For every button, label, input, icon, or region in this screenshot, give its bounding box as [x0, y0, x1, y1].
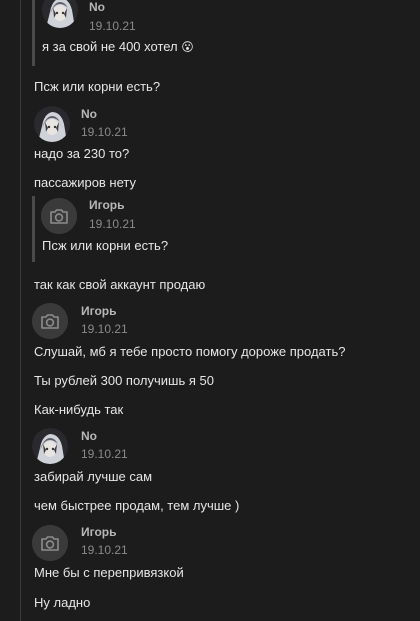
message-text: пассажиров нету — [34, 175, 137, 190]
message-text: Мне бы с перепривязкой — [34, 565, 184, 580]
message-author[interactable]: Игорь — [81, 525, 117, 539]
user-avatar[interactable] — [32, 303, 68, 339]
quote-date: 19.10.21 — [89, 19, 136, 33]
camera-icon — [32, 303, 68, 339]
message-date: 19.10.21 — [81, 543, 128, 557]
message-text: надо за 230 то? — [34, 146, 130, 161]
message-date: 19.10.21 — [81, 125, 128, 139]
message-date: 19.10.21 — [81, 447, 128, 461]
message-date: 19.10.21 — [81, 322, 128, 336]
quote-author[interactable]: Игорь — [89, 198, 125, 212]
user-avatar[interactable] — [41, 198, 77, 234]
message-text: чем быстрее продам, тем лучше ) — [34, 498, 240, 513]
quote-bar — [32, 196, 35, 262]
anime-avatar-icon — [42, 0, 78, 28]
quote-bar — [32, 0, 35, 66]
message-text: Слушай, мб я тебе просто помогу дороже п… — [34, 344, 346, 359]
message-text: Ты рублей 300 получишь я 50 — [34, 373, 214, 388]
message-text: так как свой аккаунт продаю — [34, 277, 206, 292]
camera-icon — [32, 525, 68, 561]
user-avatar[interactable] — [32, 428, 68, 464]
message-author[interactable]: Игорь — [81, 304, 117, 318]
user-avatar[interactable] — [42, 0, 78, 28]
message-author[interactable]: No — [81, 429, 97, 443]
quote-author[interactable]: No — [89, 0, 105, 14]
anime-avatar-icon — [34, 106, 70, 142]
quote-text-value: я за свой не 400 хотел — [42, 39, 178, 54]
thread-line — [20, 0, 21, 621]
quote-date: 19.10.21 — [89, 217, 136, 231]
message-text: Ну ладно — [34, 595, 91, 610]
message-text: Псж или корни есть? — [34, 79, 161, 94]
surprised-emoji-icon: 😮 — [181, 40, 194, 54]
user-avatar[interactable] — [32, 525, 68, 561]
message-text: забирай лучше сам — [34, 469, 153, 484]
message-author[interactable]: No — [81, 107, 97, 121]
message-text: Как-нибудь так — [34, 402, 124, 417]
quote-text: Псж или корни есть? — [42, 238, 169, 253]
anime-avatar-icon — [32, 428, 68, 464]
user-avatar[interactable] — [34, 106, 70, 142]
quote-text: я за свой не 400 хотел 😮 — [42, 39, 194, 55]
camera-icon — [41, 198, 77, 234]
